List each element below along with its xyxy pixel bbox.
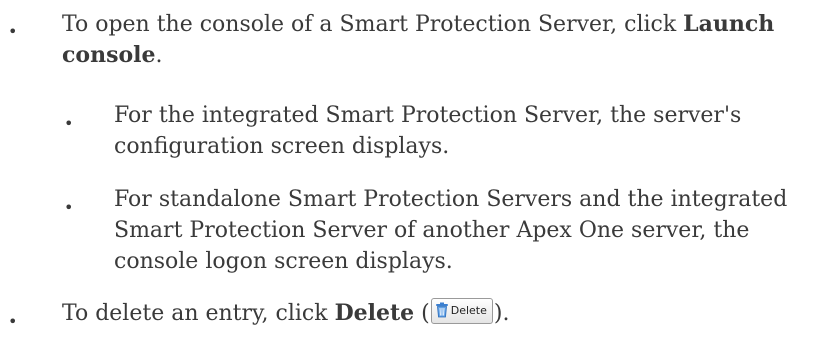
- launch-console-text-after: .: [155, 43, 162, 68]
- delete-text-mid: (: [414, 301, 430, 326]
- launch-console-text-before: To open the console of a Smart Protectio…: [62, 12, 683, 37]
- delete-text-after: ).: [494, 301, 510, 326]
- integrated-text: For the integrated Smart Protection Serv…: [114, 100, 794, 162]
- standalone-text: For standalone Smart Protection Servers …: [114, 184, 819, 277]
- sub-bullet: •: [64, 108, 73, 139]
- launch-console-text: To open the console of a Smart Protectio…: [62, 9, 812, 71]
- sub-bullet: •: [64, 192, 73, 223]
- delete-button[interactable]: Delete: [431, 298, 493, 324]
- trash-icon: [435, 302, 449, 318]
- delete-text-before: To delete an entry, click: [62, 301, 335, 326]
- bullet: •: [8, 306, 17, 337]
- bullet: •: [8, 16, 17, 47]
- delete-button-label: Delete: [451, 304, 487, 317]
- delete-bold: Delete: [335, 300, 415, 326]
- delete-text: To delete an entry, click Delete (Delete…: [62, 298, 812, 329]
